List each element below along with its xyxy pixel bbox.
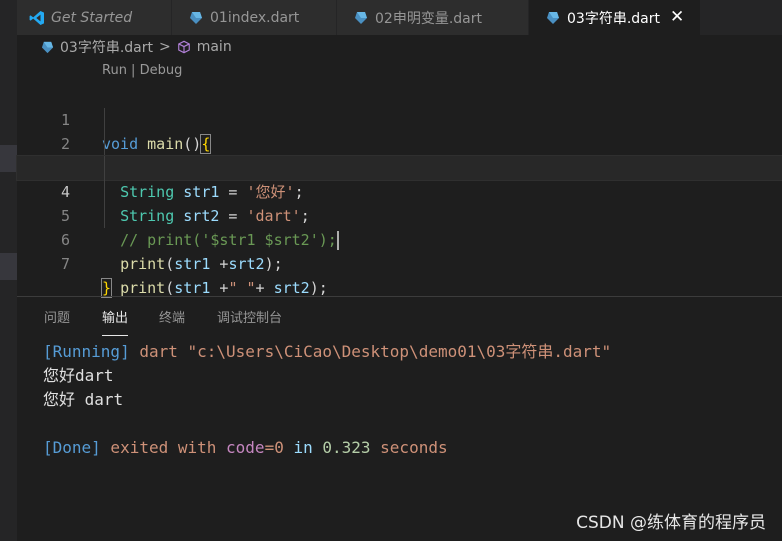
done-time: 0.323 [322, 438, 371, 457]
paren: ); [264, 255, 283, 273]
indent-guide [104, 204, 105, 228]
tab-label: 03字符串.dart [567, 10, 660, 27]
activity-item-indicator[interactable] [0, 145, 17, 172]
code-line: 5 print(str1 +srt2); [17, 180, 782, 273]
code-line: 2 String str1 = '您好'; [17, 108, 782, 201]
function-name: print [120, 279, 166, 297]
string-literal: " " [228, 279, 256, 297]
done-in: in [283, 438, 323, 457]
code-editor[interactable]: 1 void main(){ 2 String str1 = '您好'; 3 S… [16, 84, 782, 298]
paren: ( [165, 279, 175, 297]
tab-02[interactable]: 02申明变量.dart [337, 0, 529, 35]
output-blank-line [43, 412, 611, 436]
dart-icon [188, 10, 204, 26]
variable: str1 [174, 279, 211, 297]
codelens-run-debug[interactable]: Run | Debug [102, 63, 182, 78]
done-code: code [226, 438, 265, 457]
tab-terminal[interactable]: 终端 [159, 297, 185, 333]
tab-01index[interactable]: 01index.dart [172, 0, 337, 35]
variable: str1 [174, 255, 211, 273]
output-line: [Running] dart "c:\Users\CiCao\Desktop\d… [43, 340, 611, 364]
indent-guide [104, 132, 105, 156]
done-tag: [Done] [43, 438, 101, 457]
operator: + [210, 255, 229, 273]
done-seconds: seconds [370, 438, 448, 457]
activity-item-indicator[interactable] [0, 253, 17, 280]
indent-guide [104, 156, 105, 180]
brace: } [100, 278, 113, 298]
breadcrumb-file[interactable]: 03字符串.dart [60, 37, 153, 57]
running-tag: [Running] [43, 342, 130, 361]
panel-tab-bar: 问题 输出 终端 调试控制台 [17, 297, 782, 336]
output-line: 您好 dart [43, 390, 124, 409]
breadcrumb: 03字符串.dart > main [17, 35, 782, 59]
activity-bar-edge [0, 0, 17, 541]
tab-label: 01index.dart [210, 9, 300, 26]
close-icon[interactable]: ✕ [670, 9, 684, 26]
tab-03-active[interactable]: 03字符串.dart ✕ [529, 0, 701, 35]
cube-icon [177, 40, 191, 54]
breadcrumb-symbol[interactable]: main [197, 39, 232, 55]
code-line-current: 4 // print('$str1 $srt2'); [16, 155, 782, 250]
indent-guide [104, 180, 105, 204]
watermark: CSDN @练体育的程序员 [576, 513, 766, 533]
tab-output[interactable]: 输出 [102, 297, 129, 336]
operator: + [210, 279, 229, 297]
breadcrumb-separator: > [158, 39, 171, 55]
paren: ( [165, 255, 175, 273]
variable: srt2 [228, 255, 265, 273]
done-code-value: =0 [264, 438, 284, 457]
paren: ); [309, 279, 328, 297]
dart-icon [545, 10, 561, 26]
tab-debug-console[interactable]: 调试控制台 [217, 297, 282, 333]
operator: + [255, 279, 274, 297]
code-line: 7 } [17, 228, 782, 298]
dart-icon [353, 10, 369, 26]
tab-problems[interactable]: 问题 [44, 297, 70, 333]
done-text: exited with [100, 438, 227, 457]
code-line: 3 String srt2 = 'dart'; [17, 132, 782, 225]
vscode-logo-icon [29, 10, 45, 26]
output-line: [Done] exited with code=0 in 0.323 secon… [43, 436, 611, 460]
function-name: print [120, 255, 166, 273]
output-panel[interactable]: [Running] dart "c:\Users\CiCao\Desktop\d… [43, 340, 611, 460]
run-command: dart "c:\Users\CiCao\Desktop\demo01\03字符… [129, 342, 612, 361]
dart-icon [41, 41, 54, 54]
line-number: 7 [60, 255, 70, 273]
indent-guide [104, 108, 105, 132]
code-line: 1 void main(){ [17, 84, 782, 154]
tab-label: 02申明变量.dart [375, 10, 482, 27]
tab-label: Get Started [51, 9, 133, 26]
output-line: 您好dart [43, 366, 114, 385]
code-line: 6 print(str1 +" "+ srt2); [17, 204, 782, 297]
tab-get-started[interactable]: Get Started [17, 0, 172, 35]
variable: srt2 [273, 279, 310, 297]
editor-tab-bar: Get Started 01index.dart 02申明变量.dart 03字… [17, 0, 782, 35]
